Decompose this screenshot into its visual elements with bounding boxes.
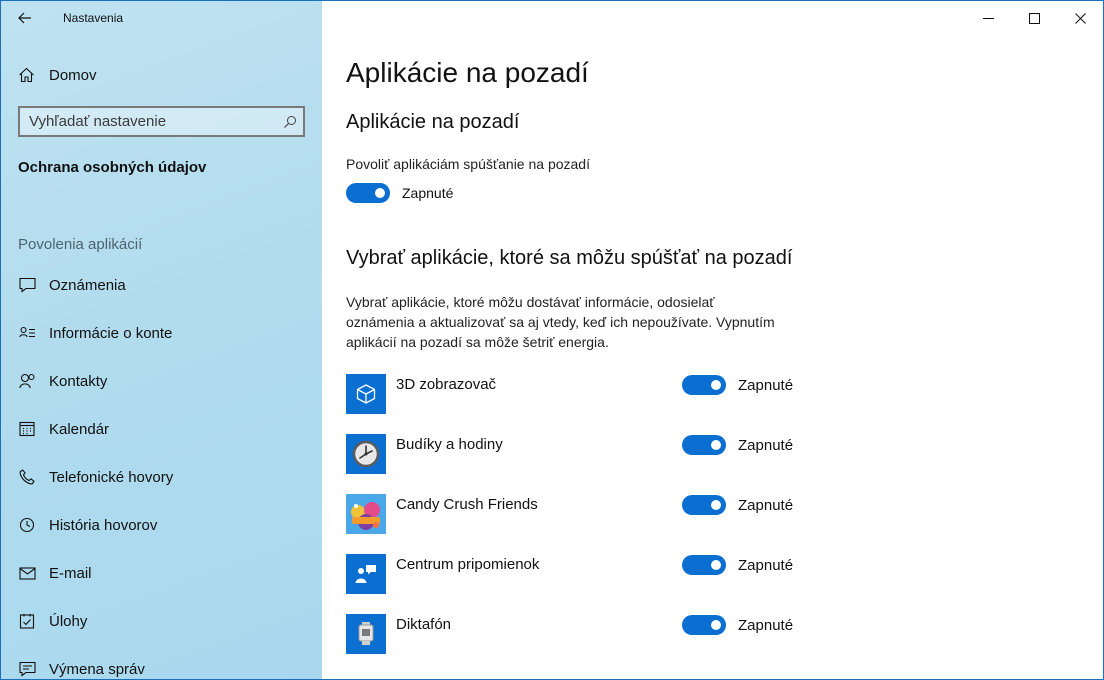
sidebar: Nastavenia Domov Ochrana osobných údajov… xyxy=(1,1,322,679)
mail-icon xyxy=(18,564,36,582)
sidebar-item-label: Kalendár xyxy=(49,420,110,438)
app-toggle-row: Zapnuté xyxy=(682,555,793,575)
search-icon[interactable] xyxy=(277,115,303,129)
nav-list: Oznámenia Informácie o konte Kontakty Ka… xyxy=(1,261,322,679)
app-toggle-row: Zapnuté xyxy=(682,495,793,515)
app-toggle-row: Zapnuté xyxy=(682,435,793,455)
toggle-state-label: Zapnuté xyxy=(402,185,454,201)
app-toggle[interactable] xyxy=(682,495,726,515)
contacts-icon xyxy=(18,372,36,390)
search-box[interactable] xyxy=(18,106,305,137)
sidebar-item-label: Úlohy xyxy=(49,612,88,630)
sidebar-item-label: Výmena správ xyxy=(49,660,145,678)
sidebar-item-label: História hovorov xyxy=(49,516,158,534)
toggle-state-label: Zapnuté xyxy=(738,616,794,634)
sidebar-item-messaging[interactable]: Výmena správ xyxy=(1,645,322,679)
app-name: Budíky a hodiny xyxy=(396,436,503,453)
sidebar-item-email[interactable]: E-mail xyxy=(1,549,322,597)
sidebar-item-calendar[interactable]: Kalendár xyxy=(1,405,322,453)
choose-apps-heading: Vybrať aplikácie, ktoré sa môžu spúšťať … xyxy=(346,247,793,269)
app-toggle[interactable] xyxy=(682,615,726,635)
candy-crush-icon xyxy=(346,494,386,534)
phone-icon xyxy=(18,468,36,486)
group-title: Povolenia aplikácií xyxy=(18,236,143,253)
notification-icon xyxy=(18,276,36,294)
sidebar-item-label: E-mail xyxy=(49,564,92,582)
voice-recorder-icon xyxy=(346,614,386,654)
app-list: 3D zobrazovač Zapnuté Budíky a hodiny Za… xyxy=(346,374,816,679)
app-row: Candy Crush Friends Zapnuté xyxy=(346,494,816,554)
sidebar-item-label: Kontakty xyxy=(49,372,108,390)
sidebar-item-label: Informácie o konte xyxy=(49,324,173,342)
back-arrow-icon xyxy=(18,12,31,24)
app-toggle[interactable] xyxy=(682,375,726,395)
search-input[interactable] xyxy=(29,113,277,130)
toggle-state-label: Zapnuté xyxy=(738,556,794,574)
toggle-state-label: Zapnuté xyxy=(738,496,794,514)
clock-icon xyxy=(346,434,386,474)
app-row-partial xyxy=(346,674,816,679)
allow-background-toggle[interactable] xyxy=(346,183,390,203)
app-toggle[interactable] xyxy=(682,435,726,455)
sidebar-item-tasks[interactable]: Úlohy xyxy=(1,597,322,645)
app-row: Centrum pripomienok Zapnuté xyxy=(346,554,816,614)
title-bar: Nastavenia xyxy=(1,1,322,35)
toggle-state-label: Zapnuté xyxy=(738,436,794,454)
calendar-icon xyxy=(18,420,36,438)
home-label: Domov xyxy=(49,66,97,84)
allow-background-toggle-row: Zapnuté xyxy=(346,183,453,203)
messaging-icon xyxy=(18,660,36,678)
history-icon xyxy=(18,516,36,534)
back-button[interactable] xyxy=(1,1,49,35)
section-title: Ochrana osobných údajov xyxy=(18,159,207,176)
app-name: Diktafón xyxy=(396,616,452,633)
app-row: 3D zobrazovač Zapnuté xyxy=(346,374,816,434)
page-title: Aplikácie na pozadí xyxy=(346,57,589,88)
allow-background-label: Povoliť aplikáciám spúšťanie na pozadí xyxy=(346,156,590,172)
section-heading: Aplikácie na pozadí xyxy=(346,111,520,133)
choose-apps-description: Vybrať aplikácie, ktoré môžu dostávať in… xyxy=(346,294,775,350)
sidebar-item-call-history[interactable]: História hovorov xyxy=(1,501,322,549)
main-content: Aplikácie na pozadí Aplikácie na pozadí … xyxy=(346,1,1103,679)
sidebar-item-label: Oznámenia xyxy=(49,276,126,294)
sidebar-item-phone-calls[interactable]: Telefonické hovory xyxy=(1,453,322,501)
home-icon xyxy=(19,67,34,83)
settings-window: Nastavenia Domov Ochrana osobných údajov… xyxy=(0,0,1104,680)
sidebar-item-contacts[interactable]: Kontakty xyxy=(1,357,322,405)
feedback-hub-icon xyxy=(346,554,386,594)
app-name: Centrum pripomienok xyxy=(396,556,540,573)
app-toggle[interactable] xyxy=(682,555,726,575)
sidebar-item-account-info[interactable]: Informácie o konte xyxy=(1,309,322,357)
app-row: Budíky a hodiny Zapnuté xyxy=(346,434,816,494)
app-row: Diktafón Zapnuté xyxy=(346,614,816,674)
cube-icon xyxy=(346,374,386,414)
sidebar-item-label: Telefonické hovory xyxy=(49,468,174,486)
account-info-icon xyxy=(18,324,36,342)
tasks-icon xyxy=(18,612,36,630)
home-nav-item[interactable]: Domov xyxy=(1,55,322,95)
app-title: Nastavenia xyxy=(63,11,124,25)
sidebar-item-notifications[interactable]: Oznámenia xyxy=(1,261,322,309)
toggle-state-label: Zapnuté xyxy=(738,376,794,394)
app-toggle-row: Zapnuté xyxy=(682,615,793,635)
app-name: Candy Crush Friends xyxy=(396,496,538,513)
app-name: 3D zobrazovač xyxy=(396,376,497,393)
app-toggle-row: Zapnuté xyxy=(682,375,793,395)
